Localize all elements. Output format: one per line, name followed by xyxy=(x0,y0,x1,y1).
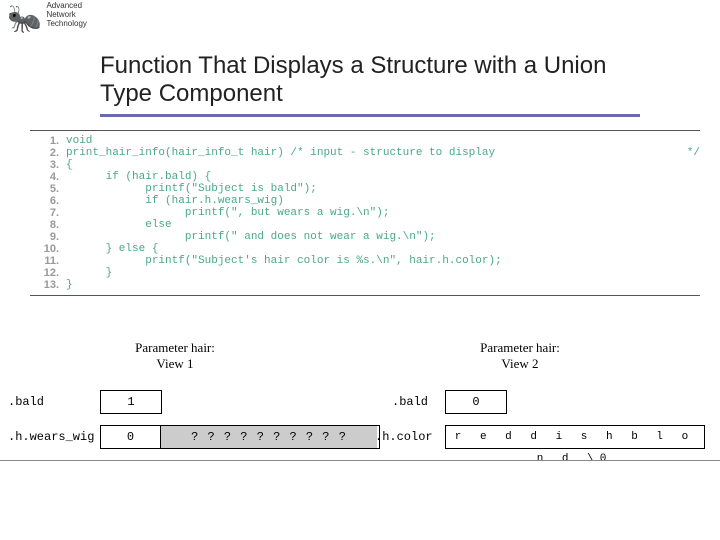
code-listing: 1.void 2.print_hair_info(hair_info_t hai… xyxy=(30,130,700,296)
v1-bald-box: 1 xyxy=(100,390,162,414)
logo: 🐜 Advanced Network Technology xyxy=(2,2,92,33)
v2-bald-box: 0 xyxy=(445,390,507,414)
slide-title: Function That Displays a Structure with … xyxy=(100,52,640,117)
bottom-rule xyxy=(0,460,720,461)
label-color: .h.color xyxy=(375,430,433,444)
label-wears-wig: .h.wears_wig xyxy=(8,430,94,444)
v2-color-box: r e d d i s h b l o n d \0 xyxy=(445,425,705,449)
v1-wears-wig-box: 0? ? ? ? ? ? ? ? ? ? xyxy=(100,425,380,449)
view2-header: Parameter hair:View 2 xyxy=(445,340,595,371)
logo-text: Advanced Network Technology xyxy=(46,2,86,28)
ant-icon: 🐜 xyxy=(7,4,42,35)
view1-header: Parameter hair:View 1 xyxy=(100,340,250,371)
label-bald-1: .bald xyxy=(8,395,44,409)
label-bald-2: .bald xyxy=(392,395,428,409)
